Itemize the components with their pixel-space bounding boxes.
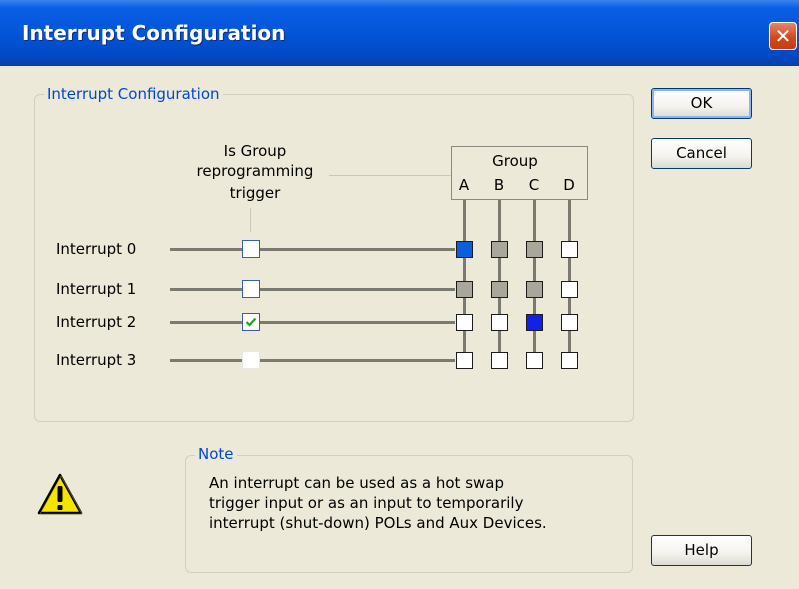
interrupt-config-group (34, 94, 634, 422)
help-button[interactable]: Help (651, 535, 752, 566)
warning-icon (37, 473, 83, 515)
interrupt-3-label: Interrupt 3 (56, 351, 137, 369)
interrupt-1-label: Interrupt 1 (56, 280, 137, 298)
note-line-1: An interrupt can be used as a hot swap (209, 474, 505, 492)
cancel-button[interactable]: Cancel (651, 138, 752, 169)
group-col-d: D (563, 176, 575, 194)
group-cell-3-a[interactable] (456, 352, 473, 369)
header-connector (329, 175, 451, 176)
group-cell-3-d[interactable] (561, 352, 578, 369)
note-legend: Note (195, 445, 237, 463)
group-cell-2-b[interactable] (491, 314, 508, 331)
trigger-header-line3: trigger (229, 184, 281, 202)
group-cell-0-a[interactable] (456, 241, 473, 258)
group-cell-0-b[interactable] (491, 241, 508, 258)
group-cell-0-d[interactable] (561, 241, 578, 258)
group-cell-1-a[interactable] (456, 281, 473, 298)
checkmark-icon (245, 317, 257, 327)
trigger-header-tick (250, 208, 251, 232)
ok-button[interactable]: OK (651, 88, 752, 119)
group-cell-3-b[interactable] (491, 352, 508, 369)
group-cell-1-d[interactable] (561, 281, 578, 298)
trigger-checkbox-0[interactable] (242, 240, 260, 258)
group-header-title: Group (492, 152, 538, 170)
close-icon: ✕ (774, 24, 792, 48)
trigger-checkbox-2[interactable] (242, 313, 260, 331)
title-bar[interactable]: Interrupt Configuration ✕ (0, 0, 799, 66)
trigger-checkbox-3[interactable] (242, 351, 260, 369)
row-line-2 (170, 321, 455, 324)
trigger-checkbox-1[interactable] (242, 280, 260, 298)
group-col-a: A (458, 176, 470, 194)
group-cell-2-c[interactable] (526, 314, 543, 331)
window-title: Interrupt Configuration (22, 21, 286, 45)
group-cell-2-a[interactable] (456, 314, 473, 331)
dialog-client: Interrupt Configuration Is Group reprogr… (0, 66, 799, 589)
dialog-window: Interrupt Configuration ✕ Interrupt Conf… (0, 0, 799, 589)
row-line-3 (170, 359, 455, 362)
trigger-header-line1: Is Group (223, 142, 287, 160)
group-col-b: B (493, 176, 505, 194)
close-button[interactable]: ✕ (769, 22, 797, 50)
row-line-0 (170, 248, 455, 251)
row-line-1 (170, 288, 455, 291)
group-cell-1-c[interactable] (526, 281, 543, 298)
group-cell-2-d[interactable] (561, 314, 578, 331)
group-cell-0-c[interactable] (526, 241, 543, 258)
note-line-2: trigger input or as an input to temporar… (209, 494, 524, 512)
interrupt-0-label: Interrupt 0 (56, 240, 137, 258)
interrupt-2-label: Interrupt 2 (56, 313, 137, 331)
group-cell-3-c[interactable] (526, 352, 543, 369)
group-cell-1-b[interactable] (491, 281, 508, 298)
interrupt-config-legend: Interrupt Configuration (44, 85, 223, 103)
trigger-header-line2: reprogramming (196, 162, 314, 180)
note-line-3: interrupt (shut-down) POLs and Aux Devic… (209, 514, 547, 532)
group-col-c: C (528, 176, 540, 194)
